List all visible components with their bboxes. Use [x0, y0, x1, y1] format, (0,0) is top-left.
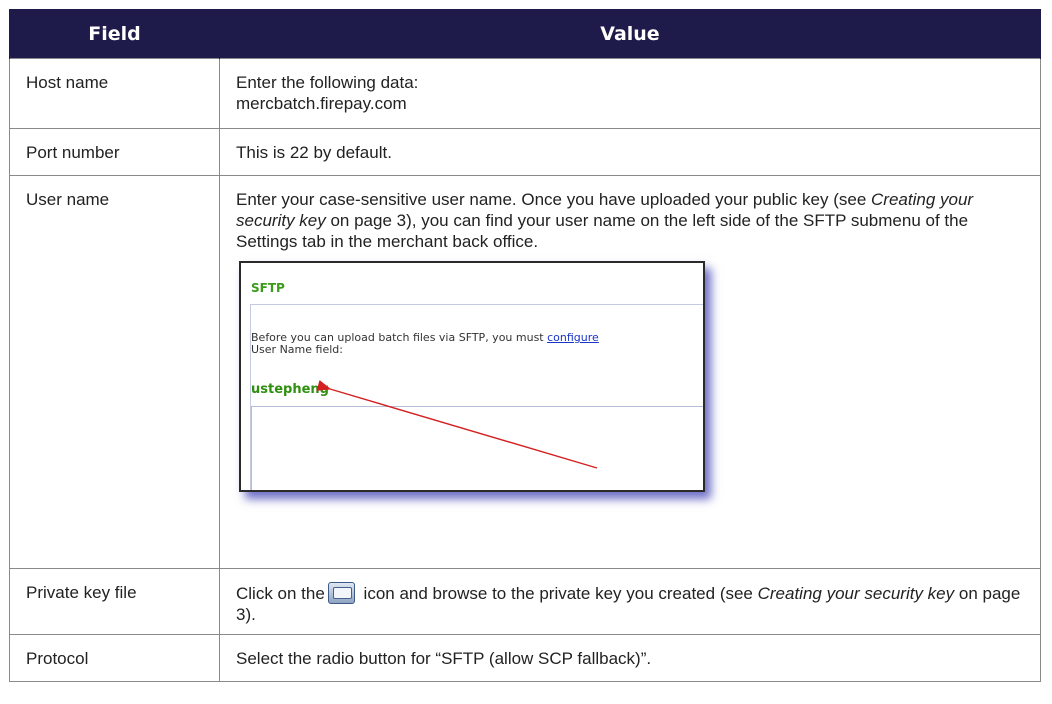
value-private-key-file: Click on the icon and browse to the priv… — [219, 568, 1041, 635]
table-row: User name Enter your case-sensitive user… — [9, 175, 1041, 569]
red-arrow-icon — [316, 380, 598, 469]
user-name-description: Enter your case-sensitive user name. Onc… — [236, 190, 974, 251]
header-field: Field — [9, 9, 220, 59]
field-host-name: Host name — [9, 58, 220, 129]
field-user-name: User name — [9, 175, 220, 569]
value-user-name: Enter your case-sensitive user name. Onc… — [219, 175, 1041, 569]
header-row: Field Value — [9, 9, 1041, 59]
field-protocol: Protocol — [9, 634, 220, 682]
value-host-name: Enter the following data: mercbatch.fire… — [219, 58, 1041, 129]
field-value-table: Field Value Host name Enter the followin… — [9, 9, 1041, 682]
table-row: Private key file Click on the icon and b… — [9, 568, 1041, 635]
field-private-key-file: Private key file — [9, 568, 220, 635]
sftp-screenshot: SFTP Before you can upload batch files v… — [239, 261, 705, 492]
header-value: Value — [219, 9, 1041, 59]
table-row: Port number This is 22 by default. — [9, 128, 1041, 176]
table-row: Host name Enter the following data: merc… — [9, 58, 1041, 129]
browse-button-icon — [327, 582, 355, 604]
table-row: Protocol Select the radio button for “SF… — [9, 634, 1041, 682]
field-port-number: Port number — [9, 128, 220, 176]
value-protocol: Select the radio button for “SFTP (allow… — [219, 634, 1041, 682]
value-port-number: This is 22 by default. — [219, 128, 1041, 176]
host-instruction: Enter the following data: — [236, 73, 419, 92]
xref-security-key-2: Creating your security key — [757, 584, 955, 603]
host-address: mercbatch.firepay.com — [236, 94, 407, 113]
